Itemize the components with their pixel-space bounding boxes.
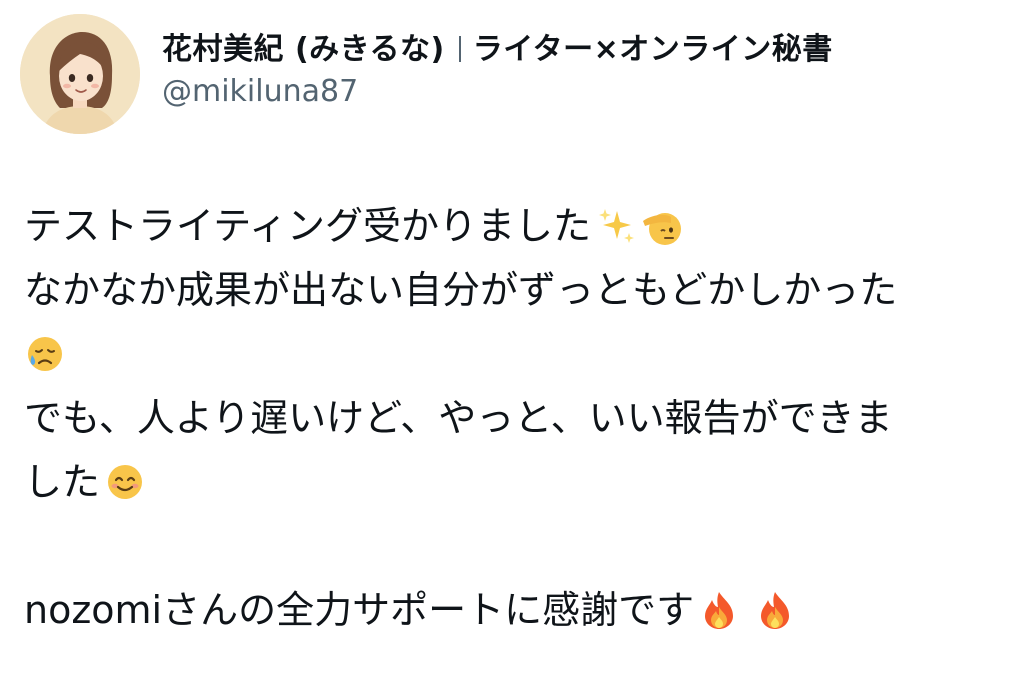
tweet-line-text: nozomiさんの全力サポートに感謝です bbox=[24, 588, 695, 632]
tweet-line-text: なかなか成果が出ない自分がずっともどかしかった bbox=[24, 268, 898, 312]
sad-relieved-face-emoji bbox=[24, 333, 66, 375]
saluting-hand-face-emoji bbox=[641, 205, 683, 247]
display-name[interactable]: 花村美紀 (みきるな) bbox=[162, 32, 445, 67]
tweet-line: nozomiさんの全力サポートに感謝です bbox=[24, 578, 1004, 642]
display-name-row[interactable]: 花村美紀 (みきるな) ライター×オンライン秘書 bbox=[162, 30, 833, 70]
author-tagline[interactable]: ライター×オンライン秘書 bbox=[473, 32, 833, 67]
tweet-line-text: テストライティング受かりました bbox=[24, 204, 591, 248]
tweet-line: した bbox=[24, 450, 1004, 514]
avatar[interactable] bbox=[20, 14, 140, 134]
tweet-line: でも、人より遅いけど、やっと、いい報告ができま bbox=[24, 386, 1004, 450]
tweet-line: テストライティング受かりました bbox=[24, 194, 1004, 258]
sparkles-emoji bbox=[595, 205, 637, 247]
tweet-line: なかなか成果が出ない自分がずっともどかしかった bbox=[24, 258, 1004, 322]
tweet-line bbox=[24, 322, 1004, 386]
tweet-line-text: した bbox=[24, 460, 101, 504]
author-handle[interactable]: @mikiluna87 bbox=[162, 72, 833, 112]
tweet-card: 花村美紀 (みきるな) ライター×オンライン秘書 @mikiluna87 テストラ… bbox=[0, 0, 1024, 684]
fire-emoji bbox=[754, 589, 796, 631]
name-separator bbox=[458, 36, 461, 62]
tweet-line-text: でも、人より遅いけど、やっと、いい報告ができま bbox=[24, 396, 893, 440]
author-names: 花村美紀 (みきるな) ライター×オンライン秘書 @mikiluna87 bbox=[162, 30, 833, 112]
fire-emoji bbox=[698, 589, 740, 631]
tweet-header: 花村美紀 (みきるな) ライター×オンライン秘書 @mikiluna87 bbox=[20, 14, 833, 134]
tweet-text: テストライティング受かりました なかなか成果が出ない自分がずっともどかしかった bbox=[24, 194, 1004, 642]
smiling-face-emoji bbox=[104, 461, 146, 503]
